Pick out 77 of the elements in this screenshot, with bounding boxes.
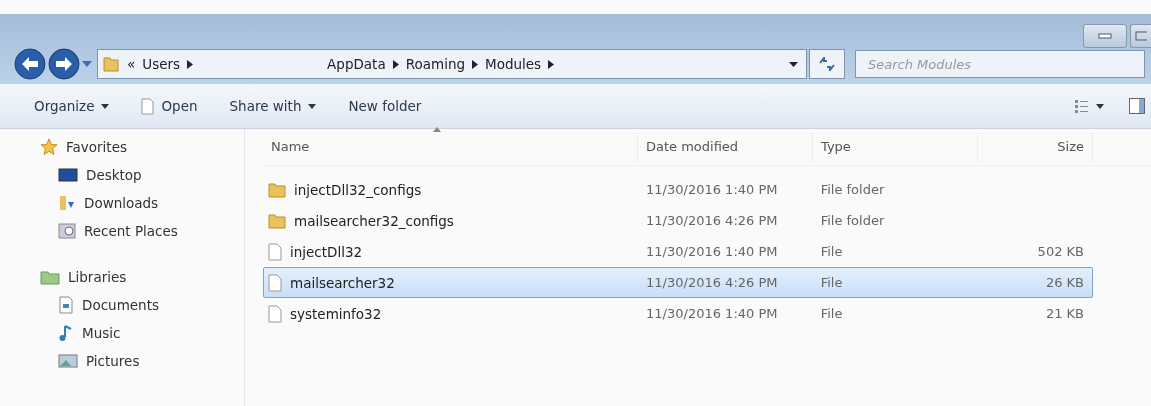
column-header[interactable]: Date modified — [638, 133, 813, 161]
minimize-icon — [1098, 33, 1112, 39]
breadcrumb[interactable]: Roaming — [405, 56, 466, 72]
chevron-icon[interactable] — [472, 59, 479, 69]
document-icon — [58, 296, 74, 314]
sidebar-item[interactable]: Downloads — [0, 189, 244, 217]
type-cell-text: File — [819, 244, 844, 259]
chevron-icon[interactable] — [548, 59, 555, 69]
dropdown-caret-icon[interactable] — [789, 61, 798, 67]
type-cell-text: File folder — [819, 213, 886, 228]
sidebar-item[interactable]: Recent Places — [0, 217, 244, 245]
pictures-icon — [58, 353, 78, 369]
type-cell-text: File — [819, 306, 844, 321]
folder-icon — [102, 55, 120, 73]
date-cell-text: 11/30/2016 1:40 PM — [645, 306, 779, 321]
file-name: injectDll32_configs — [294, 181, 422, 198]
file-icon — [268, 273, 282, 292]
date-cell-text: 11/30/2016 1:40 PM — [645, 244, 779, 259]
monitor-icon — [58, 167, 78, 183]
sidebar-item[interactable]: Libraries — [0, 263, 244, 291]
preview-pane-button[interactable] — [1127, 96, 1147, 116]
breadcrumb[interactable]: Modules — [485, 56, 542, 72]
toolbar-button[interactable]: New folder — [342, 94, 428, 118]
chevron-icon[interactable] — [187, 59, 194, 69]
star-icon — [40, 138, 58, 156]
type-cell-text: File — [819, 275, 844, 290]
chevron-icon[interactable] — [392, 59, 399, 69]
size-cell-text: 21 KB — [1044, 306, 1085, 321]
sidebar-item[interactable]: Music — [0, 319, 244, 347]
size-cell-text: 502 KB — [1036, 244, 1085, 259]
back-icon[interactable] — [14, 48, 46, 80]
search-field[interactable]: Search Modules — [855, 50, 1145, 78]
folder-icon — [268, 181, 286, 198]
type-cell-text: File folder — [819, 182, 886, 197]
download-folder-icon — [58, 194, 76, 212]
refresh-button[interactable] — [809, 49, 845, 79]
caret-icon — [101, 103, 110, 109]
file-row[interactable]: injectDll32 11/30/2016 1:40 PM File 502 KB — [263, 236, 1093, 267]
music-note-icon — [58, 324, 74, 342]
toolbar-button[interactable]: Share with — [223, 94, 323, 118]
toolbar-button[interactable]: Organize — [28, 94, 116, 118]
refresh-icon — [819, 57, 835, 71]
breadcrumb[interactable]: AppData — [327, 56, 386, 72]
toolbar-button[interactable]: Open — [135, 93, 204, 119]
maximize-icon — [1135, 31, 1147, 41]
size-cell-text: 26 KB — [1044, 275, 1085, 290]
sidebar-item[interactable]: Desktop — [0, 161, 244, 189]
file-name: systeminfo32 — [290, 305, 382, 322]
column-header[interactable]: Size — [978, 133, 1093, 161]
file-icon — [268, 304, 282, 323]
date-cell-text: 11/30/2016 4:26 PM — [645, 275, 779, 290]
column-header[interactable]: Name — [263, 133, 638, 161]
address-bar[interactable]: « Users AppData Roaming Modules — [97, 49, 807, 79]
file-name: injectDll32 — [290, 243, 363, 260]
date-cell-text: 11/30/2016 1:40 PM — [645, 182, 779, 197]
sidebar-item[interactable]: Documents — [0, 291, 244, 319]
forward-icon[interactable] — [48, 48, 80, 80]
date-cell-text: 11/30/2016 4:26 PM — [645, 213, 779, 228]
caret-icon — [308, 103, 317, 109]
file-row[interactable]: mailsearcher32_configs 11/30/2016 4:26 PM File folder — [263, 205, 1093, 236]
file-row[interactable]: mailsearcher32 11/30/2016 4:26 PM File 26 KB — [263, 267, 1093, 298]
overflow-chevron[interactable]: « — [127, 56, 136, 72]
sort-caret-icon — [433, 127, 441, 132]
recent-places-icon — [58, 222, 76, 240]
document-icon — [141, 97, 155, 115]
file-name: mailsearcher32 — [290, 274, 395, 291]
library-icon — [40, 269, 60, 285]
folder-icon — [268, 212, 286, 229]
file-row[interactable]: injectDll32_configs 11/30/2016 1:40 PM File folder — [263, 174, 1093, 205]
sidebar-item[interactable]: Favorites — [0, 133, 244, 161]
column-header[interactable]: Type — [813, 133, 978, 161]
sidebar-item[interactable]: Pictures — [0, 347, 244, 375]
breadcrumb[interactable]: Users — [142, 56, 181, 72]
file-row[interactable]: systeminfo32 11/30/2016 1:40 PM File 21 KB — [263, 298, 1093, 329]
file-name: mailsearcher32_configs — [294, 212, 454, 229]
file-icon — [268, 242, 282, 261]
view-options-button[interactable] — [1073, 97, 1107, 115]
